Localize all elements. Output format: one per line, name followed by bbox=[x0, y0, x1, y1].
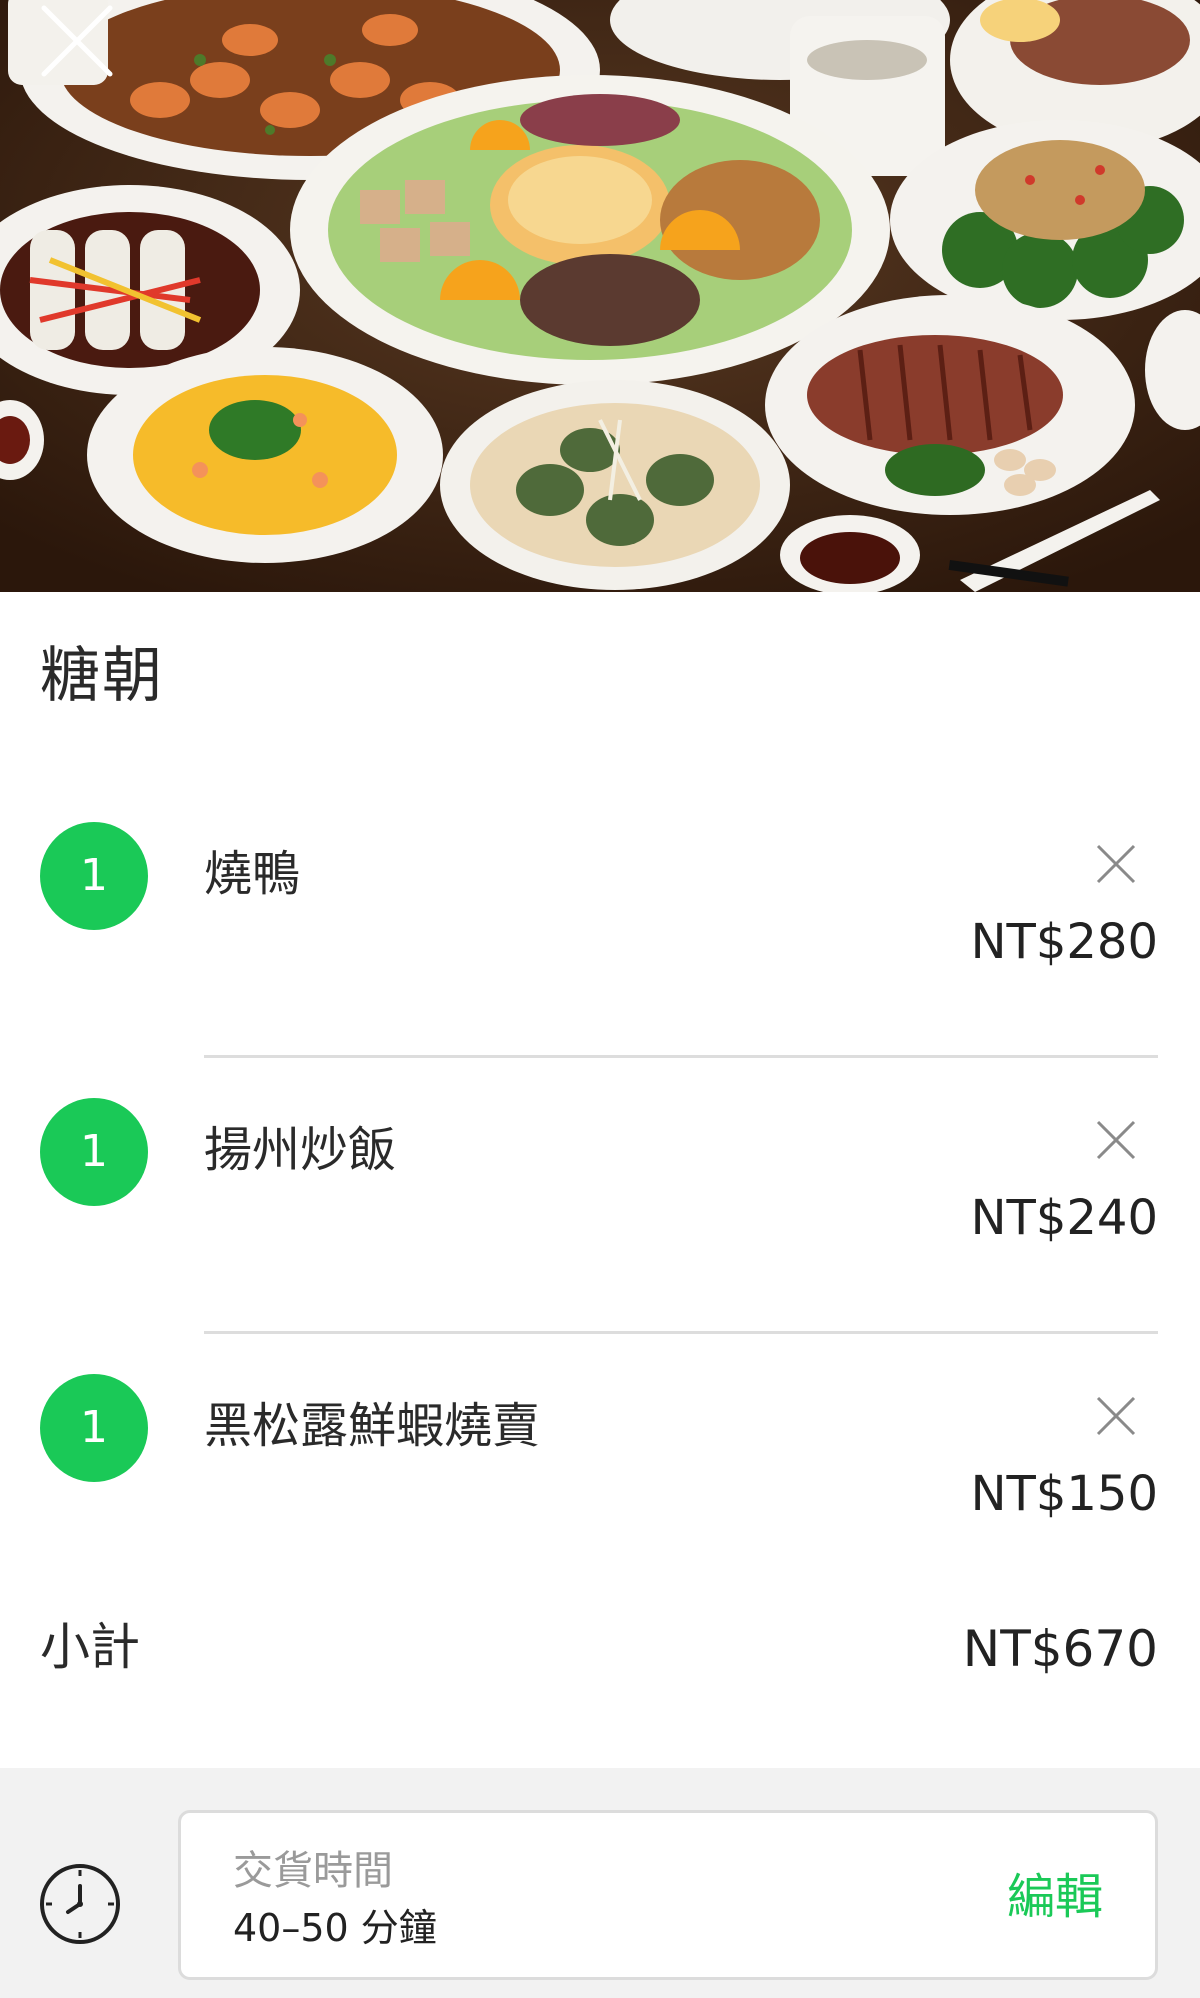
remove-item-button[interactable] bbox=[1090, 1390, 1142, 1442]
close-icon bbox=[41, 5, 113, 77]
subtotal-value: NT$670 bbox=[962, 1620, 1158, 1678]
delivery-time-value: 40–50 分鐘 bbox=[233, 1906, 437, 1950]
cart-item: 1 黑松露鮮蝦燒賣 NT$150 bbox=[0, 1334, 1200, 1610]
cart-item: 1 揚州炒飯 NT$240 bbox=[0, 1058, 1200, 1334]
cart-item: 1 燒鴨 NT$280 bbox=[0, 782, 1200, 1058]
edit-delivery-button[interactable]: 編輯 bbox=[1007, 1865, 1103, 1929]
item-price: NT$280 bbox=[970, 914, 1158, 970]
item-price: NT$240 bbox=[970, 1190, 1158, 1246]
remove-item-button[interactable] bbox=[1090, 1114, 1142, 1166]
remove-item-icon bbox=[1096, 844, 1136, 884]
remove-item-icon bbox=[1096, 1396, 1136, 1436]
store-name: 糖朝 bbox=[40, 641, 164, 711]
cart-screen: 糖朝 1 燒鴨 NT$280 1 揚州炒飯 NT$240 1 黑松露鮮蝦燒賣 N… bbox=[0, 0, 1200, 1998]
delivery-footer: 交貨時間 40–50 分鐘 編輯 bbox=[0, 1768, 1200, 1998]
hero-food-photo bbox=[0, 0, 1200, 592]
close-button[interactable] bbox=[22, 0, 132, 96]
food-illustration bbox=[0, 0, 1200, 592]
item-name: 黑松露鮮蝦燒賣 bbox=[204, 1398, 541, 1454]
remove-item-icon bbox=[1096, 1120, 1136, 1160]
quantity-badge[interactable]: 1 bbox=[40, 1374, 148, 1482]
quantity-badge[interactable]: 1 bbox=[40, 822, 148, 930]
delivery-time-label: 交貨時間 bbox=[233, 1848, 393, 1894]
delivery-time-card[interactable]: 交貨時間 40–50 分鐘 編輯 bbox=[178, 1810, 1158, 1980]
item-name: 揚州炒飯 bbox=[204, 1122, 397, 1178]
remove-item-button[interactable] bbox=[1090, 838, 1142, 890]
item-price: NT$150 bbox=[970, 1466, 1158, 1522]
subtotal-label: 小計 bbox=[40, 1618, 140, 1676]
quantity-badge[interactable]: 1 bbox=[40, 1098, 148, 1206]
clock-icon bbox=[40, 1864, 120, 1944]
item-name: 燒鴨 bbox=[204, 846, 301, 902]
